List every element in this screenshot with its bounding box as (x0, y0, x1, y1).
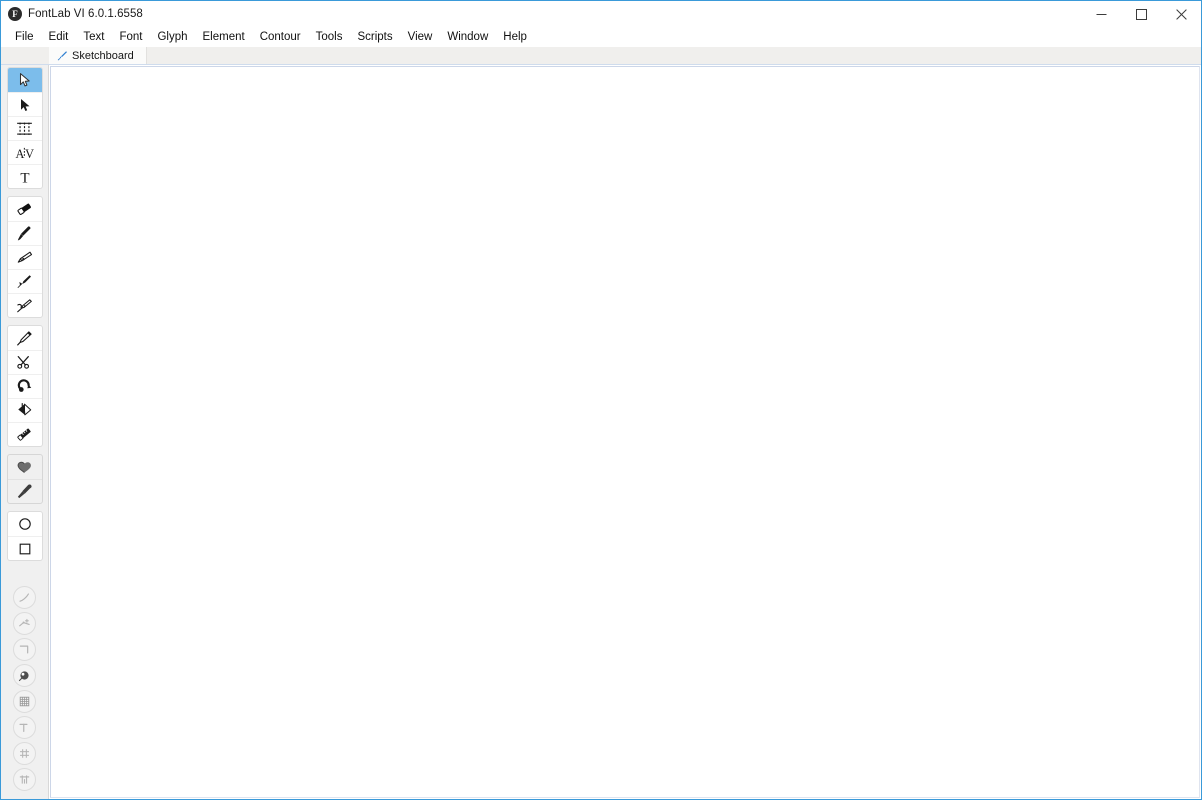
eraser-icon (17, 203, 32, 215)
sketchboard-canvas[interactable] (50, 66, 1200, 798)
brush-icon (17, 226, 31, 241)
menu-item-font[interactable]: Font (112, 28, 150, 46)
grid-icon (19, 696, 30, 707)
toolbox-group-contour (6, 325, 43, 447)
marker-pen-icon (17, 275, 32, 289)
toolbox: A V T (1, 65, 49, 798)
tool-grid[interactable] (13, 690, 36, 713)
tool-rectangle[interactable] (7, 536, 42, 560)
blob-shape-icon (17, 461, 31, 473)
workspace: A V T (1, 65, 1201, 798)
tool-kerning[interactable]: A V (7, 140, 42, 164)
tool-pen[interactable] (8, 326, 42, 350)
toolbox-group-disabled-round (13, 586, 36, 794)
text-t-icon: T (20, 170, 29, 184)
align-top-icon (19, 775, 30, 784)
tool-node-add[interactable] (13, 612, 36, 635)
metrics-guides-icon (17, 122, 32, 135)
tab-label: Sketchboard (72, 49, 134, 62)
canvas-area (49, 65, 1201, 798)
menu-item-contour[interactable]: Contour (253, 28, 309, 46)
tool-brush[interactable] (7, 221, 42, 245)
window-controls (1081, 1, 1201, 27)
scissors-knife-icon (17, 356, 30, 369)
tool-eraser[interactable] (8, 197, 42, 221)
cursor-arrow-filled-icon (20, 98, 29, 111)
close-icon (1175, 8, 1187, 20)
tool-arrow-filled[interactable] (7, 92, 42, 116)
tool-marker[interactable] (7, 269, 42, 293)
tool-paint-bucket[interactable] (7, 398, 42, 422)
tool-ellipse[interactable] (8, 512, 42, 536)
corner-angle-icon (19, 645, 29, 654)
menu-item-edit[interactable]: Edit (42, 28, 77, 46)
add-node-icon (19, 618, 30, 627)
eyedropper-icon (17, 484, 32, 499)
svg-text:T: T (20, 170, 29, 184)
tool-eyedropper[interactable] (7, 479, 42, 503)
magnet-scissors-icon (17, 379, 32, 392)
toolbox-group-selection: A V T (6, 67, 43, 189)
rectangle-icon (19, 543, 30, 554)
menu-item-tools[interactable]: Tools (309, 28, 351, 46)
tool-align-top[interactable] (13, 768, 36, 791)
menu-item-glyph[interactable]: Glyph (150, 28, 195, 46)
tool-text[interactable]: T (7, 164, 42, 188)
maximize-button[interactable] (1121, 1, 1161, 27)
fontlab-logo-icon: F (8, 6, 22, 21)
close-button[interactable] (1161, 1, 1201, 27)
tool-knife[interactable] (7, 350, 42, 374)
tool-guide-corner[interactable] (13, 716, 36, 739)
tool-curve-segment[interactable] (13, 586, 36, 609)
pencil-outline-icon (17, 251, 33, 263)
tool-rapid[interactable] (7, 293, 42, 317)
curve-arc-icon (19, 593, 29, 602)
cursor-arrow-outline-icon (19, 73, 30, 87)
ellipse-icon (18, 518, 31, 530)
tool-metrics[interactable] (7, 116, 42, 140)
toolbox-group-drawing (6, 196, 43, 318)
svg-text:A: A (15, 146, 24, 160)
maximize-icon (1135, 8, 1147, 20)
tab-sketchboard[interactable]: Sketchboard (49, 47, 147, 64)
tab-strip: Sketchboard (1, 47, 1201, 65)
toolbox-group-primitives (6, 511, 43, 561)
menu-item-element[interactable]: Element (196, 28, 253, 46)
pen-tool-icon (17, 330, 32, 346)
guide-corner-icon (19, 723, 28, 733)
menu-item-scripts[interactable]: Scripts (350, 28, 400, 46)
toolbox-group-shape-sample (6, 454, 43, 504)
minimize-button[interactable] (1081, 1, 1121, 27)
pen-nib-icon (57, 51, 67, 61)
paint-bucket-icon (18, 402, 32, 416)
menu-item-text[interactable]: Text (76, 28, 112, 46)
tool-arrow-select[interactable] (7, 68, 42, 92)
tool-shape-blob[interactable] (8, 455, 42, 479)
menu-item-help[interactable]: Help (496, 28, 535, 46)
minimize-icon (1096, 13, 1106, 15)
menu-item-file[interactable]: File (8, 28, 42, 46)
window-title: FontLab VI 6.0.1.6558 (28, 7, 143, 20)
menu-item-window[interactable]: Window (440, 28, 496, 46)
tool-corner[interactable] (13, 638, 36, 661)
tool-tunnify[interactable] (13, 664, 36, 687)
rapid-pen-icon (16, 299, 32, 313)
menu-item-view[interactable]: View (401, 28, 441, 46)
tunnify-circle-icon (18, 671, 29, 682)
ruler-measure-icon (17, 428, 31, 441)
fontlab-window: F FontLab VI 6.0.1.6558 File Edit Text F… (0, 0, 1202, 800)
tool-scissors[interactable] (7, 374, 42, 398)
menu-bar: File Edit Text Font Glyph Element Contou… (1, 26, 1201, 47)
svg-text:V: V (25, 146, 34, 160)
av-kerning-icon: A V (15, 146, 34, 160)
tab-strip-empty-area (146, 47, 1201, 64)
tool-ruler[interactable] (7, 422, 42, 446)
tool-align-vertical[interactable] (13, 742, 36, 765)
align-vertical-icon (20, 749, 29, 758)
tool-pencil-outline[interactable] (7, 245, 42, 269)
title-bar: F FontLab VI 6.0.1.6558 (1, 0, 1201, 26)
